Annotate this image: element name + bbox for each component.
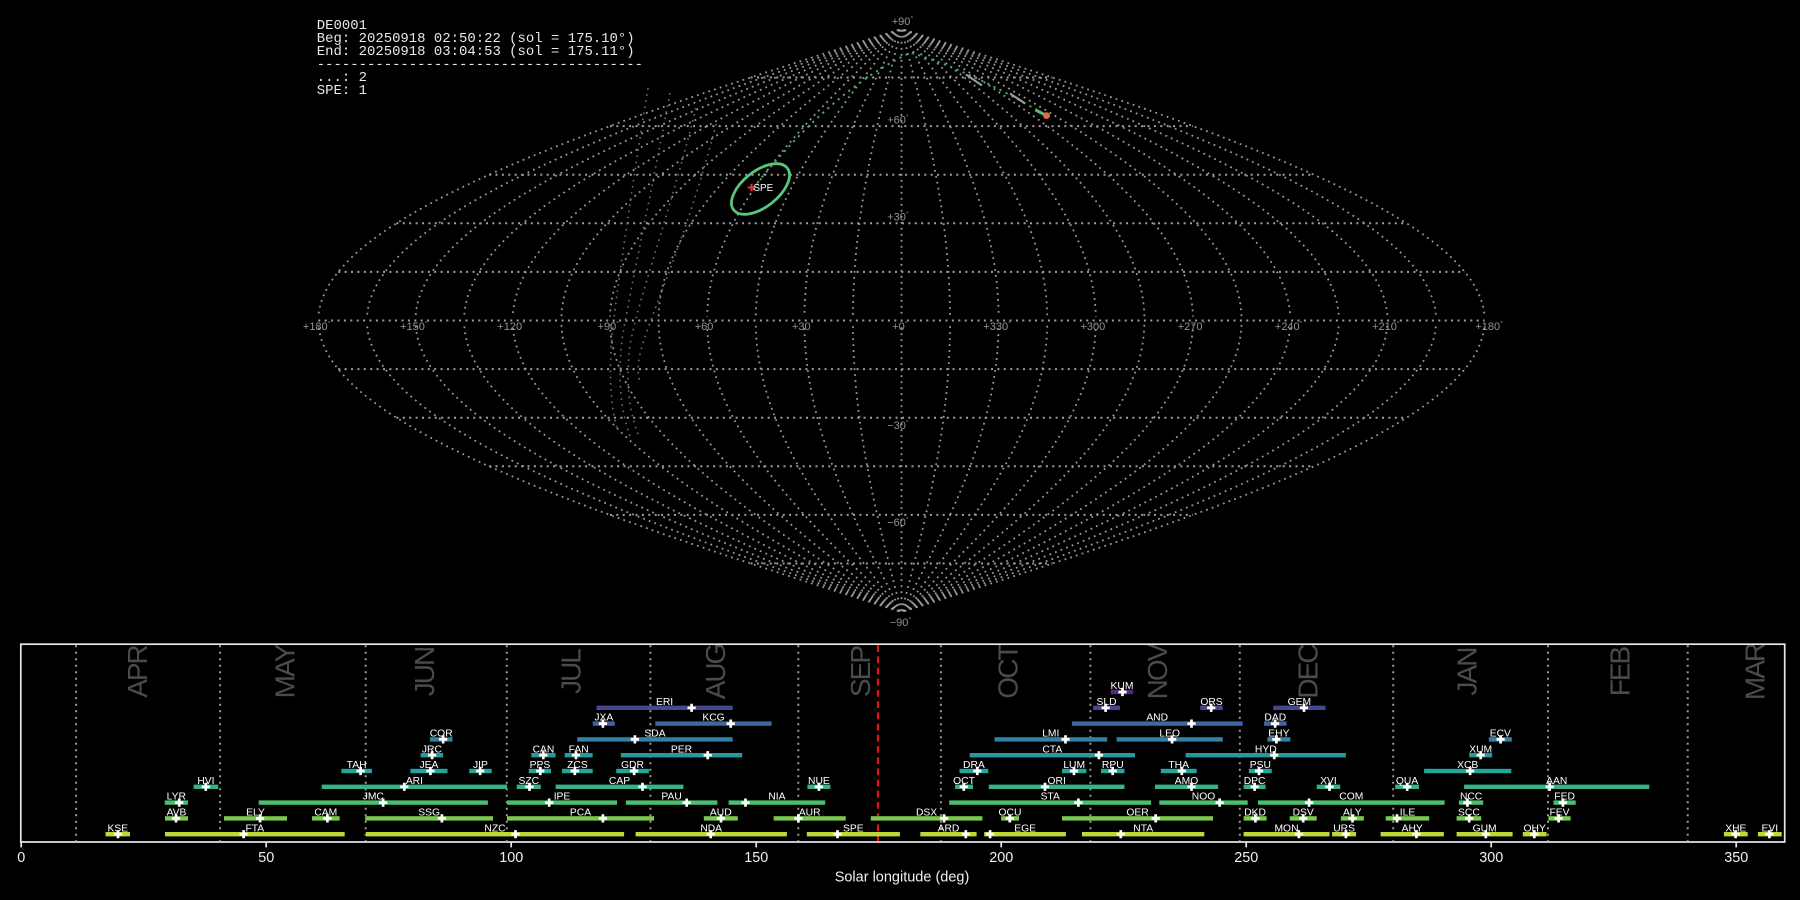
svg-text:+90°: +90° <box>598 320 620 333</box>
svg-text:NZC: NZC <box>484 823 506 834</box>
svg-text:PAU: PAU <box>661 792 681 803</box>
svg-text:+0°: +0° <box>892 320 908 333</box>
svg-text:+30°: +30° <box>887 210 909 223</box>
svg-text:OER: OER <box>1126 808 1148 819</box>
svg-text:AHY: AHY <box>1402 823 1423 834</box>
svg-text:AND: AND <box>1146 713 1168 724</box>
svg-text:ZCS: ZCS <box>567 760 588 771</box>
svg-text:0: 0 <box>17 850 25 866</box>
svg-text:LMI: LMI <box>1042 729 1059 740</box>
svg-text:−90°: −90° <box>890 616 912 629</box>
svg-text:COR: COR <box>430 729 453 740</box>
svg-text:TAH: TAH <box>347 760 367 771</box>
svg-text:150: 150 <box>744 850 768 866</box>
svg-text:OCT: OCT <box>992 644 1023 699</box>
svg-text:EGE: EGE <box>1014 823 1036 834</box>
svg-text:NCC: NCC <box>1460 792 1483 803</box>
svg-text:GEM: GEM <box>1288 697 1311 708</box>
svg-text:DEC: DEC <box>1293 644 1324 699</box>
svg-text:300: 300 <box>1479 850 1503 866</box>
svg-text:THA: THA <box>1168 760 1189 771</box>
svg-text:XCB: XCB <box>1457 760 1478 771</box>
svg-text:Solar longitude (deg): Solar longitude (deg) <box>835 870 970 886</box>
svg-text:ARI: ARI <box>406 776 423 787</box>
svg-text:SEP: SEP <box>845 646 876 697</box>
svg-text:PER: PER <box>671 744 692 755</box>
svg-text:+120°: +120° <box>497 320 525 333</box>
svg-text:+180°: +180° <box>1475 320 1503 333</box>
svg-text:+60°: +60° <box>695 320 717 333</box>
svg-text:AMO: AMO <box>1175 776 1198 787</box>
svg-text:−30°: −30° <box>887 419 909 432</box>
svg-text:SSG: SSG <box>418 808 440 819</box>
svg-text:ERI: ERI <box>656 697 673 708</box>
svg-text:ARD: ARD <box>938 823 960 834</box>
svg-text:DSX: DSX <box>916 808 937 819</box>
svg-text:200: 200 <box>989 850 1013 866</box>
svg-text:−60°: −60° <box>887 516 909 529</box>
svg-text:NOO: NOO <box>1192 792 1215 803</box>
svg-text:LYR: LYR <box>167 792 186 803</box>
svg-text:JAN: JAN <box>1451 649 1482 696</box>
svg-text:FEB: FEB <box>1604 646 1635 696</box>
svg-text:DRA: DRA <box>963 760 985 771</box>
svg-text:SPE: SPE <box>754 183 774 194</box>
svg-text:ELY: ELY <box>246 808 265 819</box>
svg-text:+330°: +330° <box>983 320 1011 333</box>
svg-text:IPE: IPE <box>554 792 571 803</box>
svg-text:COM: COM <box>1339 792 1363 803</box>
svg-text:APR: APR <box>122 645 153 697</box>
svg-text:AUG: AUG <box>700 644 731 699</box>
svg-text:+180°: +180° <box>303 320 331 333</box>
svg-text:FTA: FTA <box>245 823 264 834</box>
svg-text:250: 250 <box>1234 850 1258 866</box>
svg-text:FED: FED <box>1554 792 1575 803</box>
svg-text:MAR: MAR <box>1739 643 1770 700</box>
svg-text:URS: URS <box>1333 823 1355 834</box>
svg-text:CAM: CAM <box>314 808 337 819</box>
svg-text:JUN: JUN <box>409 648 440 696</box>
svg-text:LEO: LEO <box>1159 729 1180 740</box>
svg-text:KCG: KCG <box>702 713 724 724</box>
svg-text:NTA: NTA <box>1133 823 1153 834</box>
svg-text:SDA: SDA <box>644 729 665 740</box>
svg-text:CAP: CAP <box>609 776 630 787</box>
svg-text:+300°: +300° <box>1081 320 1109 333</box>
svg-text:+210°: +210° <box>1372 320 1400 333</box>
svg-text:STA: STA <box>1041 792 1060 803</box>
svg-text:PCA: PCA <box>570 808 591 819</box>
svg-text:NOV: NOV <box>1142 642 1173 699</box>
svg-text:+90°: +90° <box>892 15 914 28</box>
svg-text:EHY: EHY <box>1268 729 1289 740</box>
svg-text:MON: MON <box>1274 823 1298 834</box>
svg-text:350: 350 <box>1724 850 1748 866</box>
svg-text:NIA: NIA <box>768 792 785 803</box>
svg-text:JUL: JUL <box>556 649 587 694</box>
svg-text:100: 100 <box>499 850 523 866</box>
svg-text:+60°: +60° <box>887 113 909 126</box>
svg-text:+240°: +240° <box>1275 320 1303 333</box>
svg-text:+270°: +270° <box>1178 320 1206 333</box>
svg-text:+30°: +30° <box>792 320 814 333</box>
svg-text:JMC: JMC <box>363 792 385 803</box>
svg-text:GDR: GDR <box>621 760 644 771</box>
svg-text:AUR: AUR <box>799 808 821 819</box>
svg-text:JEA: JEA <box>419 760 438 771</box>
svg-text:CTA: CTA <box>1042 744 1062 755</box>
svg-text:ILE: ILE <box>1400 808 1416 819</box>
svg-text:ORI: ORI <box>1048 776 1066 787</box>
svg-text:50: 50 <box>258 850 274 866</box>
svg-text:SPE: SPE <box>843 823 864 834</box>
svg-text:MAY: MAY <box>270 643 301 698</box>
svg-text:+150°: +150° <box>400 320 428 333</box>
svg-text:FAN: FAN <box>569 744 589 755</box>
